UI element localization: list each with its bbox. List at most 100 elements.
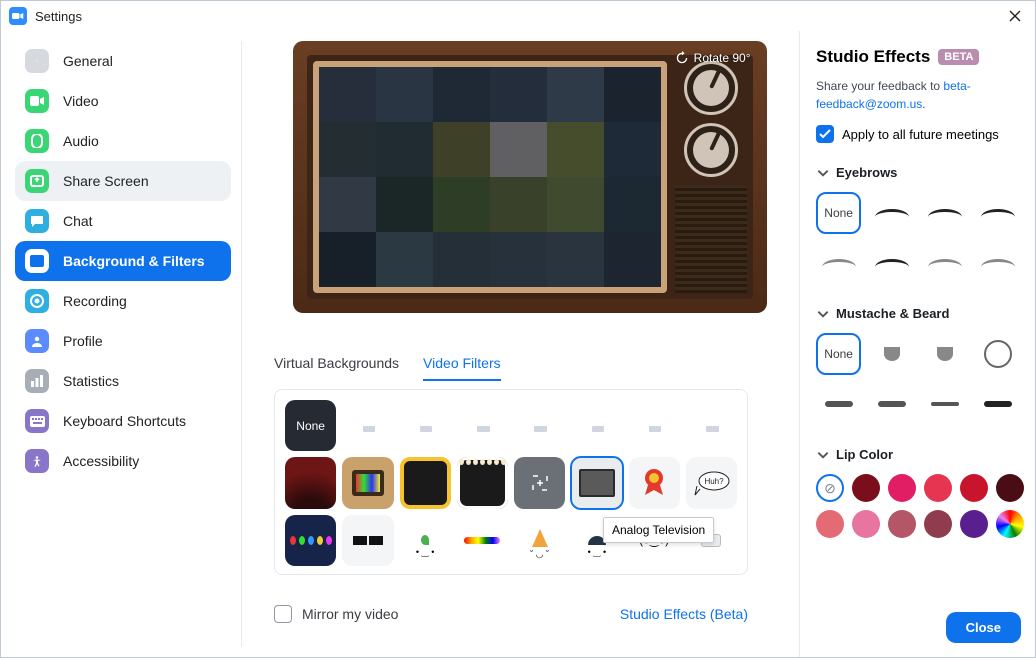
sidebar-item-label: Statistics <box>63 373 119 389</box>
sidebar-item-label: Audio <box>63 133 99 149</box>
lip-color-1[interactable] <box>852 474 880 502</box>
sidebar-item-general[interactable]: General <box>15 41 231 81</box>
eyebrow-option-1[interactable] <box>869 192 914 234</box>
feedback-text: Share your feedback to beta-feedback@zoo… <box>816 77 1021 113</box>
filter-tile-4[interactable] <box>514 400 565 451</box>
eyebrow-option-6[interactable] <box>923 242 968 284</box>
sidebar-item-audio[interactable]: Audio <box>15 121 231 161</box>
lip-color-0[interactable]: ⊘ <box>816 474 844 502</box>
rotate-label: Rotate 90° <box>694 51 751 65</box>
lip-color-8[interactable] <box>888 510 916 538</box>
checkbox-box <box>274 605 292 623</box>
apply-future-checkbox[interactable]: Apply to all future meetings <box>816 125 1021 143</box>
sidebar-item-chat[interactable]: Chat <box>15 201 231 241</box>
beard-option-3[interactable] <box>976 333 1021 375</box>
filter-tile-7[interactable] <box>686 400 737 451</box>
section-mustache: Mustache & Beard None <box>816 306 1021 425</box>
app-logo-icon <box>9 7 27 25</box>
filter-tile-12[interactable] <box>514 457 565 508</box>
filter-tile-20[interactable]: ˘ ◡ ˘ <box>514 515 565 566</box>
audio-icon <box>25 129 49 153</box>
chevron-down-icon <box>816 166 830 180</box>
filter-tile-19[interactable] <box>457 515 508 566</box>
section-header-lip[interactable]: Lip Color <box>816 447 1021 462</box>
mirror-video-checkbox[interactable]: Mirror my video <box>274 605 398 623</box>
filter-tile-15[interactable]: Huh? <box>686 457 737 508</box>
beard-option-2[interactable] <box>923 333 968 375</box>
studio-effects-link[interactable]: Studio Effects (Beta) <box>620 606 748 622</box>
filter-tile-18[interactable]: • ‿ • <box>400 515 451 566</box>
video-preview: Rotate 90° <box>293 41 767 313</box>
filter-tile-16[interactable] <box>285 515 336 566</box>
sidebar-item-recording[interactable]: Recording <box>15 281 231 321</box>
filter-tooltip: Analog Television <box>603 517 714 543</box>
lip-color-2[interactable] <box>888 474 916 502</box>
tab-video-filters[interactable]: Video Filters <box>423 355 501 381</box>
sidebar-item-profile[interactable]: Profile <box>15 321 231 361</box>
stats-icon <box>25 369 49 393</box>
apply-label: Apply to all future meetings <box>842 127 999 142</box>
gear-icon <box>25 49 49 73</box>
chevron-down-icon <box>816 448 830 462</box>
eyebrow-option-7[interactable] <box>976 242 1021 284</box>
rotate-button[interactable]: Rotate 90° <box>675 51 751 65</box>
chevron-down-icon <box>816 307 830 321</box>
beard-option-1[interactable] <box>869 333 914 375</box>
beard-option-6[interactable] <box>923 383 968 425</box>
sidebar-item-label: Video <box>63 93 99 109</box>
filter-tile-8[interactable] <box>285 457 336 508</box>
sidebar-item-label: Profile <box>63 333 103 349</box>
filter-tile-1[interactable] <box>342 400 393 451</box>
filter-tile-6[interactable] <box>629 400 680 451</box>
bg-icon <box>25 249 49 273</box>
sidebar-item-background-filters[interactable]: Background & Filters <box>15 241 231 281</box>
rotate-icon <box>675 51 689 65</box>
tab-virtual-backgrounds[interactable]: Virtual Backgrounds <box>274 355 399 381</box>
sidebar-item-video[interactable]: Video <box>15 81 231 121</box>
lip-color-4[interactable] <box>960 474 988 502</box>
lip-color-10[interactable] <box>960 510 988 538</box>
beard-option-5[interactable] <box>869 383 914 425</box>
chat-icon <box>25 209 49 233</box>
accessibility-icon <box>25 449 49 473</box>
checkbox-checked-icon <box>816 125 834 143</box>
eyebrow-option-2[interactable] <box>923 192 968 234</box>
sidebar-item-statistics[interactable]: Statistics <box>15 361 231 401</box>
sidebar-item-accessibility[interactable]: Accessibility <box>15 441 231 481</box>
sidebar-item-keyboard-shortcuts[interactable]: Keyboard Shortcuts <box>15 401 231 441</box>
beard-option-4[interactable] <box>816 383 861 425</box>
lip-color-3[interactable] <box>924 474 952 502</box>
eyebrow-option-5[interactable] <box>869 242 914 284</box>
section-lip-color: Lip Color ⊘ <box>816 447 1021 538</box>
filter-tabs: Virtual Backgrounds Video Filters <box>274 355 785 381</box>
svg-text:Huh?: Huh? <box>705 477 725 486</box>
lip-color-9[interactable] <box>924 510 952 538</box>
filter-tile-11[interactable] <box>457 457 508 508</box>
filter-tile-14[interactable] <box>629 457 680 508</box>
filter-tile-2[interactable] <box>400 400 451 451</box>
beard-option-0[interactable]: None <box>816 333 861 375</box>
lip-color-7[interactable] <box>852 510 880 538</box>
filter-tile-10[interactable] <box>400 457 451 508</box>
lip-color-5[interactable] <box>996 474 1024 502</box>
section-eyebrows: Eyebrows None <box>816 165 1021 284</box>
filter-tile-0[interactable]: None <box>285 400 336 451</box>
section-header-eyebrows[interactable]: Eyebrows <box>816 165 1021 180</box>
beard-option-7[interactable] <box>976 383 1021 425</box>
sidebar-item-label: Keyboard Shortcuts <box>63 413 186 429</box>
lip-color-11[interactable] <box>996 510 1024 538</box>
filter-tile-9[interactable] <box>342 457 393 508</box>
eyebrow-option-3[interactable] <box>976 192 1021 234</box>
video-filter-grid: NoneHuh?• ‿ •˘ ◡ ˘• ‿ •(◕‿◕) <box>274 389 748 575</box>
eyebrow-option-4[interactable] <box>816 242 861 284</box>
close-button[interactable]: Close <box>946 612 1021 643</box>
lip-color-6[interactable] <box>816 510 844 538</box>
window-close-button[interactable] <box>1003 4 1027 28</box>
eyebrow-option-0[interactable]: None <box>816 192 861 234</box>
filter-tile-3[interactable] <box>457 400 508 451</box>
filter-tile-17[interactable] <box>342 515 393 566</box>
filter-tile-13[interactable] <box>571 457 622 508</box>
filter-tile-5[interactable] <box>571 400 622 451</box>
section-header-mustache[interactable]: Mustache & Beard <box>816 306 1021 321</box>
sidebar-item-share-screen[interactable]: Share Screen <box>15 161 231 201</box>
